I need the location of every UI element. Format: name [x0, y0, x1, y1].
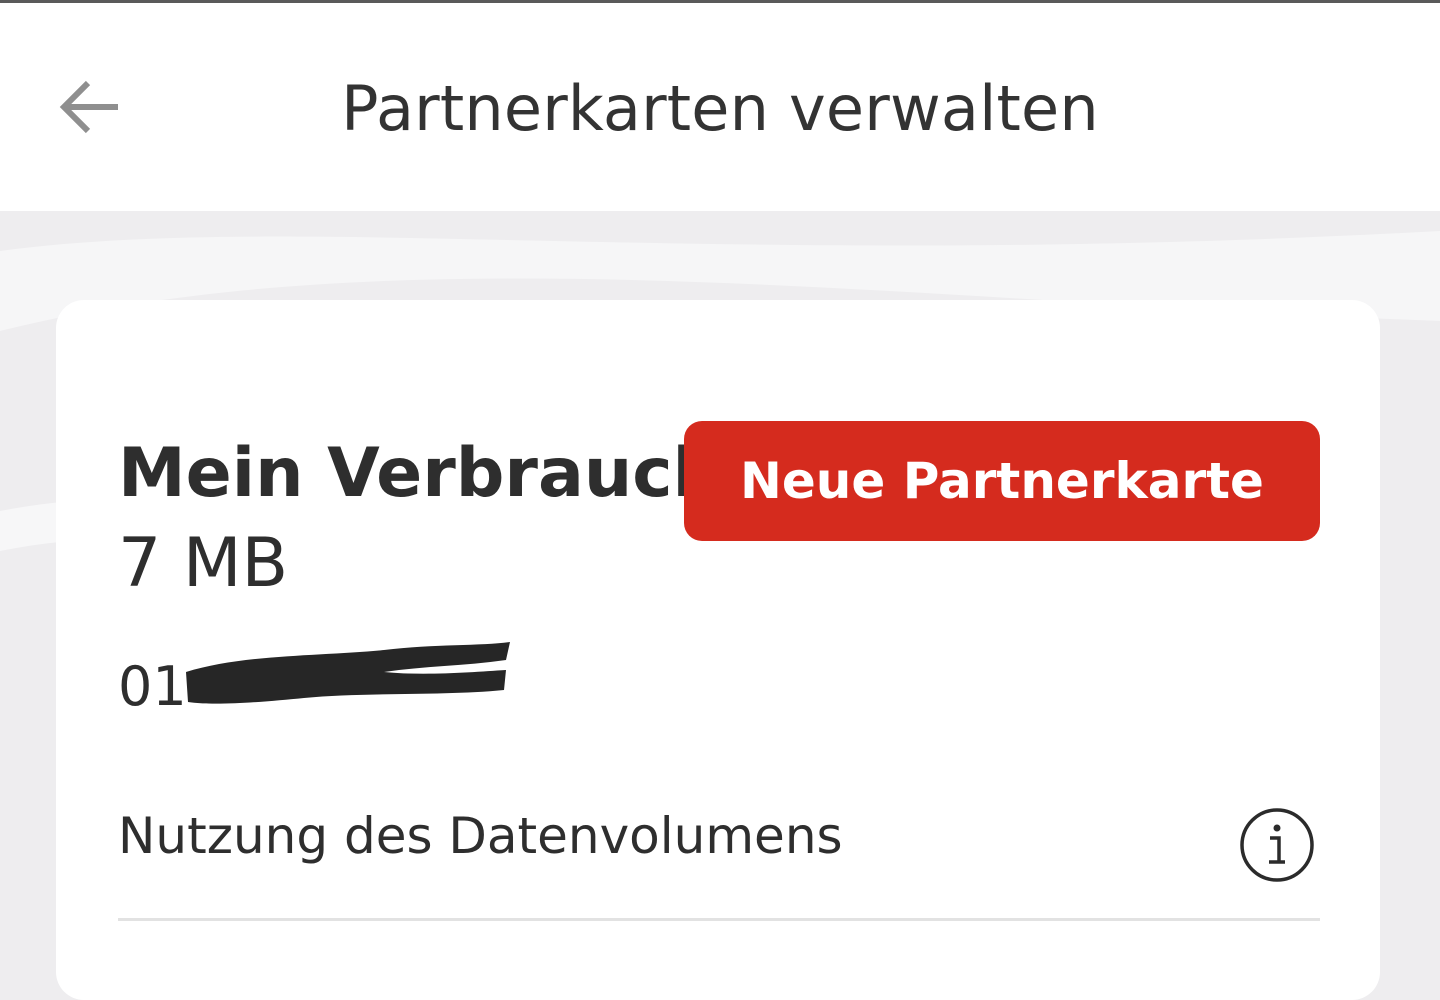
app-bar: Partnerkarten verwalten	[0, 3, 1440, 211]
phone-number: 01	[118, 655, 187, 718]
usage-card: Mein Verbrauch: 7 MB Neue Partnerkarte 0…	[56, 300, 1380, 1000]
usage-value: 7 MB	[118, 524, 289, 603]
data-usage-label: Nutzung des Datenvolumens	[118, 807, 843, 865]
page-title: Partnerkarten verwalten	[341, 72, 1099, 145]
new-partner-card-button[interactable]: Neue Partnerkarte	[684, 421, 1320, 541]
info-icon[interactable]	[1238, 806, 1316, 884]
redaction-scribble	[186, 642, 510, 704]
usage-label: Mein Verbrauch:	[118, 434, 749, 513]
data-usage-row[interactable]: Nutzung des Datenvolumens	[118, 796, 1320, 921]
